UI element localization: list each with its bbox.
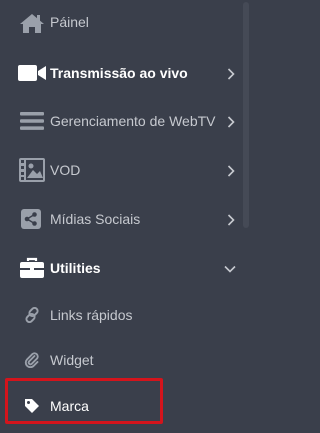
sidebar-menu: Páinel Transmissão ao vivo Gerenciamento… bbox=[0, 0, 250, 433]
briefcase-icon bbox=[19, 257, 45, 279]
sidebar-item-label: Páinel bbox=[50, 14, 89, 30]
tag-icon bbox=[24, 398, 40, 414]
sidebar-item-widget[interactable]: Widget bbox=[0, 342, 240, 378]
sidebar-item-label: Utilities bbox=[50, 260, 101, 276]
list-icon bbox=[20, 111, 44, 131]
link-icon bbox=[24, 307, 40, 323]
chevron-right-icon bbox=[226, 67, 236, 81]
scrollbar[interactable] bbox=[242, 0, 250, 433]
sidebar-item-webtv-management[interactable]: Gerenciamento de WebTV bbox=[0, 103, 240, 139]
paperclip-icon bbox=[24, 352, 40, 368]
sidebar-item-label: Gerenciamento de WebTV bbox=[50, 113, 216, 129]
home-icon bbox=[19, 12, 45, 34]
video-camera-icon bbox=[17, 63, 47, 83]
sidebar-item-live-streaming[interactable]: Transmissão ao vivo bbox=[0, 55, 240, 91]
sidebar-item-label: Transmissão ao vivo bbox=[50, 65, 188, 81]
scrollbar-thumb[interactable] bbox=[243, 2, 249, 228]
sidebar-item-marca[interactable]: Marca bbox=[0, 388, 240, 424]
sidebar-item-quick-links[interactable]: Links rápidos bbox=[0, 297, 240, 333]
chevron-down-icon bbox=[224, 262, 236, 276]
chevron-right-icon bbox=[226, 115, 236, 129]
sidebar-item-label: VOD bbox=[50, 162, 81, 178]
sidebar-item-label: Links rápidos bbox=[50, 307, 133, 323]
film-icon bbox=[17, 157, 47, 183]
sidebar-item-vod[interactable]: VOD bbox=[0, 152, 240, 188]
share-icon bbox=[20, 208, 42, 230]
sidebar-item-painel[interactable]: Páinel bbox=[0, 5, 240, 41]
sidebar-item-utilities[interactable]: Utilities bbox=[0, 250, 240, 286]
chevron-right-icon bbox=[226, 164, 236, 178]
sidebar-item-label: Widget bbox=[50, 352, 94, 368]
sidebar-item-social-media[interactable]: Mídias Sociais bbox=[0, 201, 240, 237]
chevron-right-icon bbox=[226, 213, 236, 227]
sidebar-item-label: Mídias Sociais bbox=[50, 211, 141, 227]
sidebar-item-label: Marca bbox=[50, 398, 89, 414]
